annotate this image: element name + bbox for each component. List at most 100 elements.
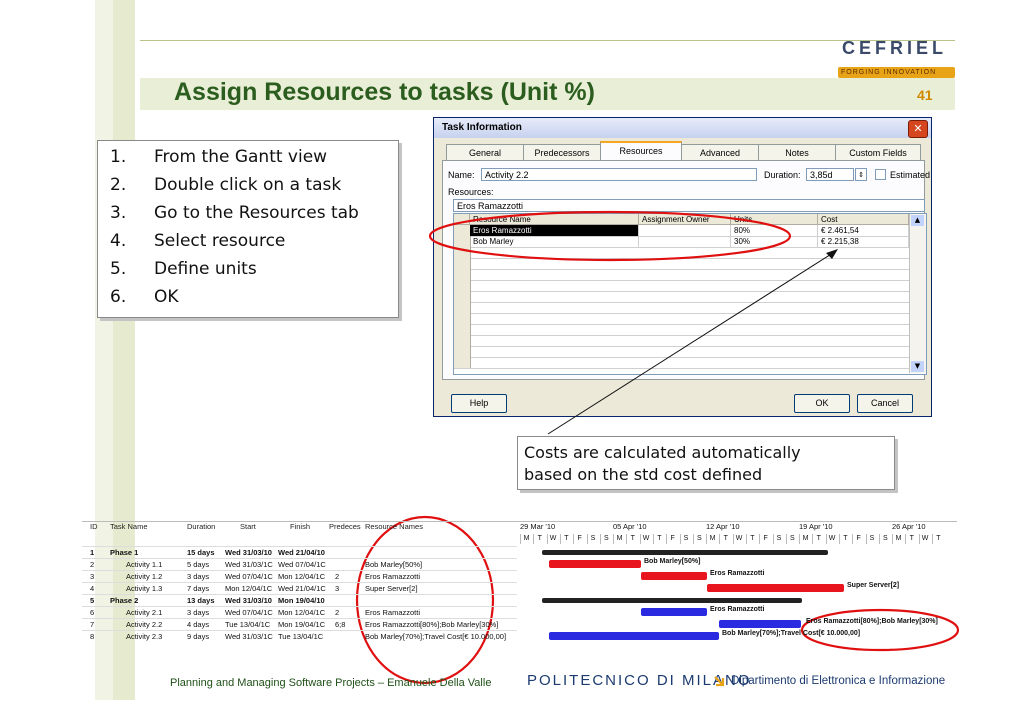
- gantt-cell: Wed 21/04/1C: [278, 584, 326, 593]
- gantt-cell: 4: [90, 584, 95, 593]
- day-label: M: [613, 534, 625, 544]
- day-label: T: [626, 534, 638, 544]
- gantt-bar[interactable]: [719, 620, 801, 628]
- gantt-bar[interactable]: [641, 572, 707, 580]
- day-label: S: [599, 534, 612, 544]
- table-row[interactable]: 8 Activity 2.3 9 days Wed 31/03/1C Tue 13/04…: [82, 630, 517, 643]
- day-label: T: [719, 534, 731, 544]
- gantt-cell: Eros Ramazzotti: [365, 572, 421, 581]
- gantt-cell: Mon 12/04/1C: [278, 608, 326, 617]
- gantt-cell: 3: [90, 572, 95, 581]
- gantt-cell: Mon 12/04/1C: [278, 572, 326, 581]
- day-label: W: [825, 534, 838, 544]
- gantt-cell: 9 days: [187, 632, 210, 641]
- day-label: M: [706, 534, 718, 544]
- day-label: S: [785, 534, 798, 544]
- gantt-cell: Eros Ramazzotti[80%];Bob Marley[30%]: [365, 620, 499, 629]
- gantt-bar[interactable]: [542, 549, 828, 555]
- gantt-cell: Wed 07/04/1C: [225, 572, 273, 581]
- day-label: M: [520, 534, 532, 544]
- day-label: F: [852, 534, 864, 544]
- gantt-cell: Super Server[2]: [365, 584, 418, 593]
- week-label: 26 Apr '10: [892, 522, 926, 531]
- gantt-cell: Activity 1.3: [126, 584, 163, 593]
- gantt-cell: 7 days: [187, 584, 210, 593]
- gantt-cell: Tue 13/04/1C: [278, 632, 324, 641]
- gantt-bar-label: Bob Marley[70%];Travel Cost[€ 10.000,00]: [722, 630, 861, 637]
- day-label: W: [546, 534, 559, 544]
- gantt-cell: 2: [335, 608, 340, 617]
- gantt-cell: 1: [90, 548, 95, 557]
- arrow-line: [547, 250, 837, 435]
- day-label: T: [838, 534, 851, 544]
- gantt-cell: 2: [335, 572, 340, 581]
- gantt-cell: 8: [90, 632, 95, 641]
- gantt-cell: 3 days: [187, 572, 210, 581]
- gantt-cell: Activity 2.1: [126, 608, 163, 617]
- gantt-cell: Activity 2.3: [126, 632, 163, 641]
- gantt-cell: Activity 1.1: [126, 560, 163, 569]
- gantt-bar[interactable]: [707, 584, 844, 592]
- gantt-chart: ID Task Name Duration Start Finish Prede…: [82, 521, 957, 652]
- week-label: 19 Apr '10: [799, 522, 833, 531]
- gantt-cell: 5: [90, 596, 95, 605]
- gantt-cell: 3: [335, 584, 340, 593]
- week-label: 29 Mar '10: [520, 522, 556, 531]
- gantt-cell: 6: [90, 608, 95, 617]
- day-label: T: [652, 534, 665, 544]
- gantt-bar[interactable]: [641, 608, 707, 616]
- department-name: Dipartimento di Elettronica e Informazio…: [731, 675, 946, 687]
- gantt-bar-label: Super Server[2]: [847, 582, 900, 589]
- day-label: M: [892, 534, 904, 544]
- day-label: S: [878, 534, 891, 544]
- gantt-cell: Wed 31/03/10: [225, 548, 272, 557]
- gantt-cell: Wed 21/04/10: [278, 548, 325, 557]
- column-header: Resource Names: [365, 522, 423, 531]
- day-label: M: [799, 534, 811, 544]
- day-label: F: [759, 534, 771, 544]
- gantt-cell: Activity 1.2: [126, 572, 163, 581]
- gantt-bar-label: Eros Ramazzotti: [710, 606, 765, 613]
- arrow-head-icon: [826, 249, 838, 259]
- gantt-bar-label: Bob Marley[50%]: [644, 558, 701, 565]
- footer-text: Planning and Managing Software Projects …: [170, 677, 492, 689]
- column-header: Predeces: [329, 522, 361, 531]
- gantt-cell: Phase 2: [110, 596, 139, 605]
- gantt-cell: Mon 19/04/10: [278, 596, 325, 605]
- gantt-cell: 13 days: [187, 596, 215, 605]
- day-label: W: [639, 534, 652, 544]
- day-label: S: [586, 534, 599, 544]
- day-label: W: [918, 534, 931, 544]
- gantt-cell: 7: [90, 620, 95, 629]
- gantt-cell: Tue 13/04/1C: [225, 620, 271, 629]
- day-label: T: [812, 534, 824, 544]
- department-arrow-icon: [714, 676, 725, 687]
- day-label: S: [865, 534, 878, 544]
- gantt-cell: Eros Ramazzotti: [365, 608, 421, 617]
- gantt-bar-label: Eros Ramazzotti: [710, 570, 765, 577]
- gantt-bar-label: Eros Ramazzotti[80%];Bob Marley[30%]: [806, 618, 938, 625]
- day-label: T: [931, 534, 944, 544]
- gantt-bar[interactable]: [542, 597, 802, 603]
- gantt-cell: Wed 31/03/10: [225, 596, 272, 605]
- column-header: Duration: [187, 522, 216, 531]
- gantt-cell: Bob Marley[50%]: [365, 560, 423, 569]
- gantt-cell: 6;8: [335, 620, 346, 629]
- day-label: S: [679, 534, 692, 544]
- gantt-cell: Wed 31/03/1C: [225, 632, 273, 641]
- gantt-cell: Wed 07/04/1C: [278, 560, 326, 569]
- gantt-cell: 2: [90, 560, 95, 569]
- highlight-ellipse: [428, 210, 792, 262]
- day-label: W: [732, 534, 745, 544]
- gantt-bar[interactable]: [549, 632, 719, 640]
- day-label: T: [745, 534, 758, 544]
- gantt-cell: Phase 1: [110, 548, 139, 557]
- column-header: Task Name: [110, 522, 148, 531]
- day-label: T: [559, 534, 572, 544]
- gantt-bar[interactable]: [549, 560, 641, 568]
- gantt-cell: 15 days: [187, 548, 215, 557]
- gantt-cell: 5 days: [187, 560, 210, 569]
- gantt-cell: Wed 07/04/1C: [225, 608, 273, 617]
- column-header: Start: [240, 522, 256, 531]
- day-label: S: [692, 534, 705, 544]
